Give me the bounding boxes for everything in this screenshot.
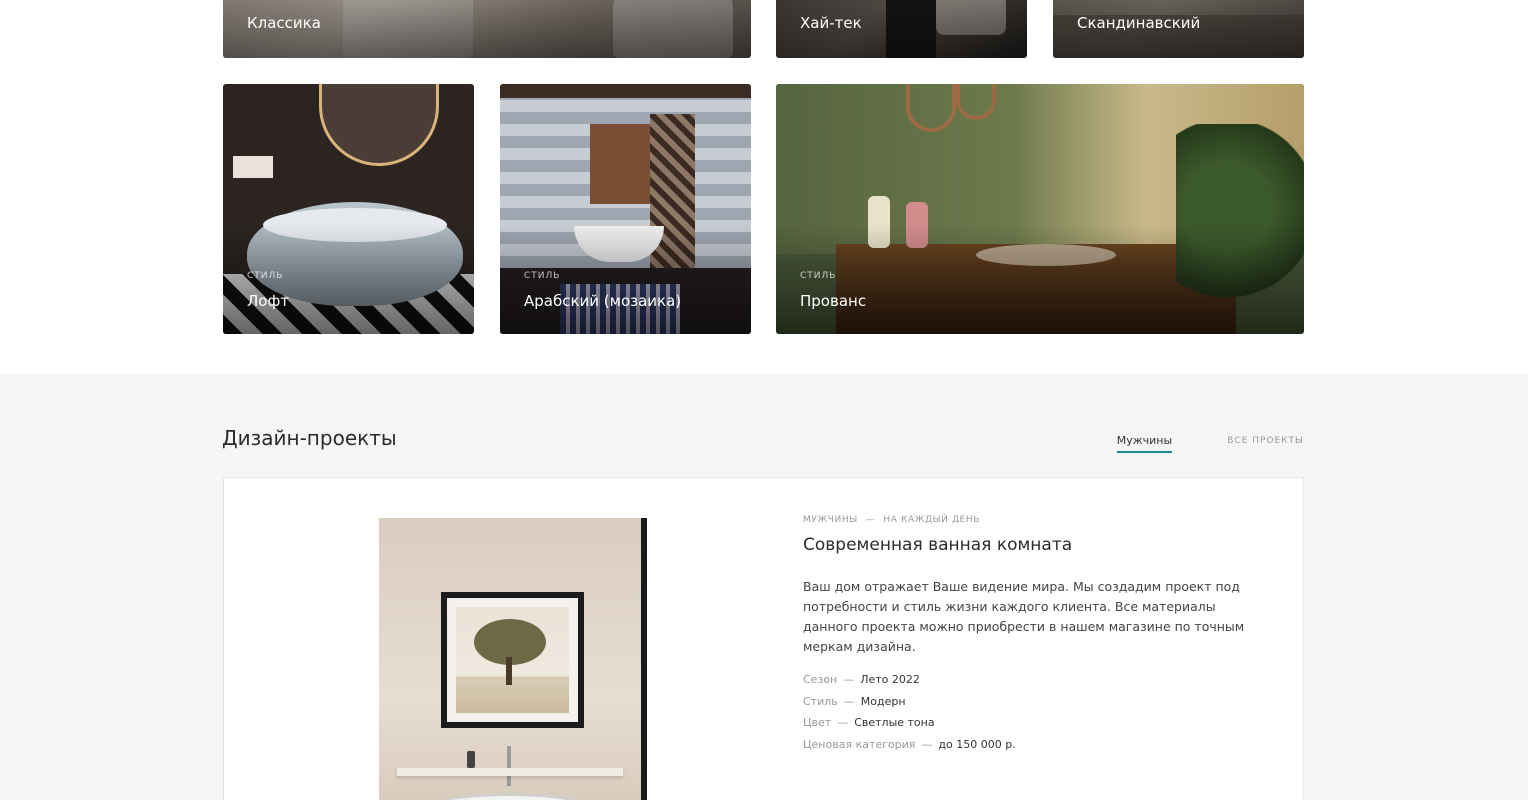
project-photo[interactable] xyxy=(379,518,647,800)
style-card-arabic[interactable]: СТИЛЬ Арабский (мозаика) xyxy=(500,84,751,334)
bathroom-photo xyxy=(500,84,751,98)
project-title[interactable]: Современная ванная комната xyxy=(803,535,1263,555)
breadcrumb-separator: — xyxy=(865,515,876,525)
spec-row: Стиль — Модерн xyxy=(803,691,1263,713)
project-info: МУЖЧИНЫ — НА КАЖДЫЙ ДЕНЬ Современная ван… xyxy=(803,515,1263,755)
style-kicker: СТИЛЬ xyxy=(800,0,836,2)
shelf xyxy=(397,768,623,776)
style-kicker: СТИЛЬ xyxy=(247,0,283,2)
spec-value: Светлые тона xyxy=(854,716,935,729)
breadcrumb-item[interactable]: МУЖЧИНЫ xyxy=(803,515,858,525)
breadcrumb-item[interactable]: НА КАЖДЫЙ ДЕНЬ xyxy=(883,515,980,525)
spec-separator: — xyxy=(837,716,849,729)
bathtub xyxy=(419,793,599,800)
bathroom-photo xyxy=(319,84,439,166)
style-card-loft[interactable]: СТИЛЬ Лофт xyxy=(223,84,474,334)
spec-row: Цвет — Светлые тона xyxy=(803,712,1263,734)
project-specs: Сезон — Лето 2022 Стиль — Модерн Цвет — … xyxy=(803,669,1263,755)
section-title: Дизайн-проекты xyxy=(222,426,397,450)
tab-men[interactable]: Мужчины xyxy=(1116,434,1173,453)
style-name: Скандинавский xyxy=(1077,14,1201,32)
framed-picture xyxy=(441,592,584,728)
spec-key: Цвет xyxy=(803,716,832,729)
bathroom-photo xyxy=(233,156,273,178)
breadcrumb: МУЖЧИНЫ — НА КАЖДЫЙ ДЕНЬ xyxy=(803,515,1263,525)
style-card-provence[interactable]: СТИЛЬ Прованс xyxy=(776,84,1304,334)
spec-key: Стиль xyxy=(803,694,838,708)
style-name: Прованс xyxy=(800,292,867,310)
spec-key: Ценовая категория xyxy=(803,737,916,751)
style-name: Лофт xyxy=(247,292,290,310)
spec-separator: — xyxy=(843,673,855,686)
styles-gallery: СТИЛЬ Классика СТИЛЬ Хай-тек СТИЛЬ Сканд… xyxy=(0,0,1528,374)
spec-row: Ценовая категория — до 150 000 р. xyxy=(803,734,1263,756)
spec-value: Модерн xyxy=(860,694,906,708)
bathroom-photo xyxy=(906,84,956,132)
project-card: МУЖЧИНЫ — НА КАЖДЫЙ ДЕНЬ Современная ван… xyxy=(223,477,1304,800)
style-name: Классика xyxy=(247,14,321,32)
style-kicker: СТИЛЬ xyxy=(524,271,561,281)
design-projects-section: Дизайн-проекты Мужчины ВСЕ ПРОЕКТЫ МУЖЧИ… xyxy=(0,374,1528,800)
style-kicker: СТИЛЬ xyxy=(247,271,284,281)
tab-all-projects[interactable]: ВСЕ ПРОЕКТЫ xyxy=(1227,434,1304,450)
style-card-scandinavian[interactable]: СТИЛЬ Скандинавский xyxy=(1053,0,1304,58)
style-kicker: СТИЛЬ xyxy=(800,271,837,281)
project-description: Ваш дом отражает Ваше видение мира. Мы с… xyxy=(803,579,1245,654)
style-card-hitech[interactable]: СТИЛЬ Хай-тек xyxy=(776,0,1027,58)
spec-separator: — xyxy=(843,694,855,708)
style-name: Арабский (мозаика) xyxy=(524,292,682,310)
style-name: Хай-тек xyxy=(800,14,862,32)
spec-separator: — xyxy=(921,737,933,751)
spec-value: до 150 000 р. xyxy=(938,737,1016,751)
project-tabs: Мужчины ВСЕ ПРОЕКТЫ xyxy=(1116,434,1304,453)
spec-row: Сезон — Лето 2022 xyxy=(803,669,1263,691)
style-kicker: СТИЛЬ xyxy=(1077,0,1113,2)
style-card-classic[interactable]: СТИЛЬ Классика xyxy=(223,0,751,58)
spec-value: Лето 2022 xyxy=(860,673,920,686)
spec-key: Сезон xyxy=(803,673,838,686)
